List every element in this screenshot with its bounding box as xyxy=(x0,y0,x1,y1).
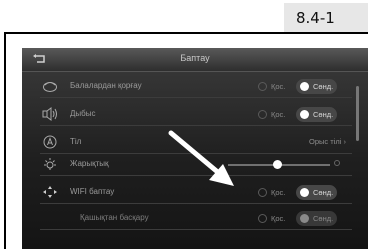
page-number-label: 8.4-1 xyxy=(284,3,368,33)
setting-label: Тіл xyxy=(70,137,82,146)
option-off-radio[interactable]: Сөнд. xyxy=(296,79,338,94)
child-lock-icon xyxy=(43,82,57,92)
brightness-icon xyxy=(44,158,56,170)
setting-row-sound: Дыбыс Қос. Сөнд. xyxy=(40,104,352,126)
option-off-radio[interactable]: Сөнд. xyxy=(296,107,338,122)
setting-label: Балалардан қорғау xyxy=(70,81,142,90)
radio-dot xyxy=(258,188,267,197)
slider-end-marker xyxy=(334,160,340,166)
option-off-radio[interactable]: Сөнд. xyxy=(296,185,338,200)
option-on-radio[interactable]: Қос. xyxy=(258,211,285,226)
pointer-arrow xyxy=(168,130,234,186)
setting-label: WIFI баптау xyxy=(70,187,115,196)
radio-dot xyxy=(300,82,309,91)
language-icon xyxy=(43,135,57,149)
speaker-icon xyxy=(42,107,57,121)
wifi-icon xyxy=(43,186,57,198)
radio-dot xyxy=(258,214,267,223)
radio-dot xyxy=(258,110,267,119)
brightness-slider-thumb[interactable] xyxy=(273,160,282,169)
radio-dot xyxy=(300,188,309,197)
chevron-right-icon: › xyxy=(343,137,347,146)
language-value: Орыс тілі › xyxy=(309,137,346,146)
option-on-radio[interactable]: Қос. xyxy=(258,185,285,200)
setting-label: Дыбыс xyxy=(70,109,96,118)
radio-dot xyxy=(300,214,309,223)
radio-dot xyxy=(300,110,309,119)
option-off-radio[interactable]: Сөнд. xyxy=(296,211,338,226)
setting-row-child-lock: Балалардан қорғау Қос. Сөнд. xyxy=(40,76,352,98)
setting-label: Қашықтан басқару xyxy=(80,213,149,222)
radio-dot xyxy=(258,82,267,91)
title-bar: Баптау xyxy=(22,48,368,72)
setting-label: Жарықтық xyxy=(70,159,109,168)
setting-row-remote-control: Қашықтан басқару Қос. Сөнд. xyxy=(40,208,352,230)
option-on-radio[interactable]: Қос. xyxy=(258,79,285,94)
scrollbar[interactable] xyxy=(356,86,359,141)
option-on-radio[interactable]: Қос. xyxy=(258,107,285,122)
screen-title: Баптау xyxy=(180,53,210,63)
